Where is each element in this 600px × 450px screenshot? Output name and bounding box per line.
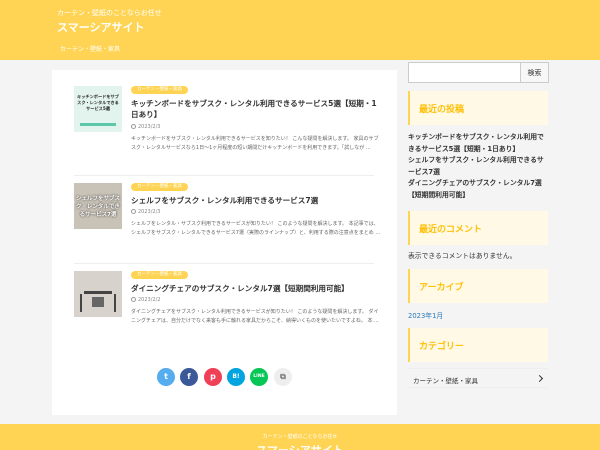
- entry-card[interactable]: カーテン・壁紙・家具 ダイニングチェアのサブスク・レンタル7選【短期間利用可能】…: [74, 271, 379, 347]
- entry-date: 2023/2/3: [131, 124, 160, 130]
- recent-posts-list: キッチンボードをサブスク・レンタル利用できるサービス5選【短期・1日あり】 シェ…: [408, 132, 550, 201]
- chair-leg-shape: [114, 294, 116, 312]
- site-header: カーテン・壁紙のことならお任せ スマーシアサイト カーテン・壁紙・家具: [0, 0, 600, 60]
- nav-item-curtain-wallpaper-furniture[interactable]: カーテン・壁紙・家具: [60, 44, 120, 53]
- recent-post-link[interactable]: ダイニングチェアのサブスク・レンタル7選【短期間利用可能】: [408, 178, 550, 201]
- main-content: キッチンボードをサブスク・レンタルできるサービス5選 カーテン・壁紙・家具 キッ…: [52, 70, 397, 415]
- entry-divider: [74, 263, 374, 264]
- category-item[interactable]: カーテン・壁紙・家具: [408, 368, 548, 388]
- footer-tagline: カーテン・壁紙のことならお任せ: [262, 434, 338, 440]
- entry-thumbnail[interactable]: シェルフをサブスク・レンタルできるサービス7選: [74, 183, 122, 229]
- global-nav: カーテン・壁紙・家具: [0, 40, 600, 58]
- thumbnail-caption: キッチンボードをサブスク・レンタルできるサービス5選: [77, 94, 119, 111]
- clock-icon: [131, 297, 136, 302]
- hatena-share-button[interactable]: B!: [227, 368, 245, 386]
- entry-title[interactable]: シェルフをサブスク・レンタル利用できるサービス7選: [131, 195, 377, 206]
- entry-card[interactable]: キッチンボードをサブスク・レンタルできるサービス5選 カーテン・壁紙・家具 キッ…: [74, 86, 379, 162]
- entry-date: 2023/2/2: [131, 297, 160, 303]
- recent-posts-heading: 最近の投稿: [408, 91, 548, 125]
- entry-snippet: キッチンボードをサブスク・レンタル利用できるサービスを知りたい！ こんな疑問を解…: [131, 136, 379, 151]
- site-title-link[interactable]: スマーシアサイト: [57, 19, 144, 35]
- archive-link[interactable]: 2023年1月: [408, 310, 443, 320]
- entry-date-text: 2023/2/2: [138, 297, 161, 303]
- entry-date-text: 2023/2/3: [138, 209, 161, 215]
- recent-comments-heading-text: 最近のコメント: [419, 225, 483, 235]
- entry-thumbnail[interactable]: キッチンボードをサブスク・レンタルできるサービス5選: [74, 86, 122, 132]
- footer-site-title[interactable]: スマーシアサイト: [0, 442, 600, 450]
- search-button[interactable]: 検索: [520, 62, 549, 83]
- clock-icon: [131, 209, 136, 214]
- search-input[interactable]: [408, 62, 521, 83]
- facebook-share-button[interactable]: f: [180, 368, 198, 386]
- archive-heading: アーカイブ: [408, 269, 548, 303]
- clock-icon: [131, 124, 136, 129]
- entry-title[interactable]: キッチンボードをサブスク・レンタル利用できるサービス5選【短期・1日あり】: [131, 98, 377, 120]
- pocket-share-button[interactable]: p: [204, 368, 222, 386]
- entry-snippet: ダイニングチェアをサブスク・レンタル利用できるサービスが知りたい！ このような疑…: [131, 309, 379, 324]
- chevron-right-icon: [535, 374, 544, 383]
- category-heading: カテゴリー: [408, 328, 548, 362]
- recent-comments-heading: 最近のコメント: [408, 211, 548, 245]
- site-footer: カーテン・壁紙のことならお任せ スマーシアサイト: [0, 424, 600, 450]
- line-share-button[interactable]: LINE: [250, 368, 268, 386]
- site-tagline: カーテン・壁紙のことならお任せ: [57, 9, 162, 17]
- copy-link-button[interactable]: ⧉: [274, 368, 292, 386]
- table-shape: [84, 291, 112, 294]
- entry-date-text: 2023/2/3: [138, 124, 161, 130]
- category-label[interactable]: カーテン・壁紙・家具: [131, 271, 188, 279]
- archive-heading-text: アーカイブ: [419, 283, 464, 293]
- category-label[interactable]: カーテン・壁紙・家具: [131, 86, 188, 94]
- no-comments-text: 表示できるコメントはありません。: [408, 252, 517, 260]
- chair-leg-shape: [80, 294, 82, 312]
- recent-post-link[interactable]: シェルフをサブスク・レンタル利用できるサービス7選: [408, 155, 550, 178]
- thumbnail-caption: シェルフをサブスク・レンタルできるサービス7選: [76, 196, 121, 218]
- category-item-label: カーテン・壁紙・家具: [413, 377, 478, 385]
- thumbnail-accent-bar: [80, 123, 116, 126]
- category-heading-text: カテゴリー: [419, 342, 465, 352]
- recent-posts-heading-text: 最近の投稿: [419, 105, 465, 115]
- entry-divider: [74, 175, 374, 176]
- entry-snippet: シェルフをレンタル・サブスク利用できるサービスが知りたい！ このような疑問を解決…: [131, 221, 381, 236]
- entry-card[interactable]: シェルフをサブスク・レンタルできるサービス7選 カーテン・壁紙・家具 シェルフを…: [74, 183, 380, 259]
- chair-seat-shape: [92, 297, 104, 307]
- category-label[interactable]: カーテン・壁紙・家具: [131, 183, 188, 191]
- entry-thumbnail[interactable]: [74, 271, 122, 317]
- entry-title[interactable]: ダイニングチェアのサブスク・レンタル7選【短期間利用可能】: [131, 283, 377, 294]
- recent-post-link[interactable]: キッチンボードをサブスク・レンタル利用できるサービス5選【短期・1日あり】: [408, 132, 550, 155]
- entry-date: 2023/2/3: [131, 209, 160, 215]
- twitter-share-button[interactable]: t: [157, 368, 175, 386]
